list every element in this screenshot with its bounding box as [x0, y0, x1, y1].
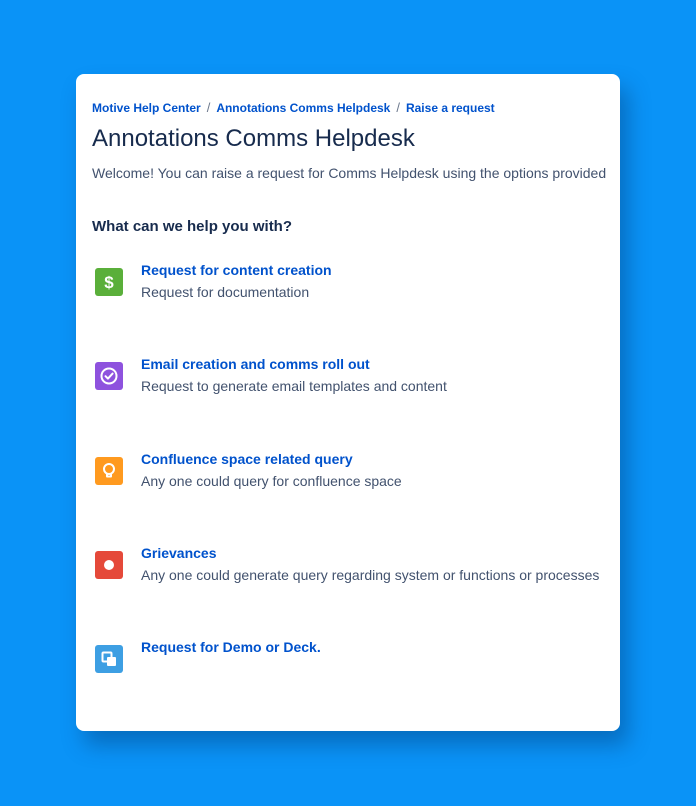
lightbulb-icon: [95, 457, 123, 485]
breadcrumb-link-raise-request[interactable]: Raise a request: [406, 101, 495, 115]
request-type-description: Any one could query for confluence space: [141, 473, 402, 489]
section-heading: What can we help you with?: [92, 218, 293, 235]
request-type-title[interactable]: Grievances: [141, 545, 217, 561]
request-type-title[interactable]: Email creation and comms roll out: [141, 356, 370, 372]
request-type-description: Request for documentation: [141, 284, 310, 300]
help-center-card: Motive Help Center / Annotations Comms Hel…: [76, 74, 620, 731]
record-icon: [95, 551, 123, 579]
breadcrumb-separator: /: [396, 100, 400, 115]
breadcrumb: Motive Help Center / Annotations Comms Hel…: [92, 100, 495, 115]
copy-icon: [95, 645, 123, 673]
dollar-icon: $: [95, 268, 123, 296]
svg-text:$: $: [104, 273, 114, 292]
breadcrumb-link-helpdesk[interactable]: Annotations Comms Helpdesk: [216, 101, 390, 115]
page-title: Annotations Comms Helpdesk: [92, 125, 415, 152]
breadcrumb-separator: /: [206, 100, 211, 115]
request-type-description: Any one could generate query regarding s…: [141, 567, 600, 583]
request-type-title[interactable]: Request for Demo or Deck.: [141, 639, 321, 655]
request-type-description: Request to generate email templates and …: [141, 378, 447, 394]
welcome-message: Welcome! You can raise a request for Com…: [92, 165, 607, 181]
request-type-title[interactable]: Request for content creation: [141, 262, 332, 278]
request-type-title[interactable]: Confluence space related query: [141, 451, 353, 467]
check-circle-icon: [95, 362, 123, 390]
breadcrumb-link-help-center[interactable]: Motive Help Center: [92, 101, 201, 115]
